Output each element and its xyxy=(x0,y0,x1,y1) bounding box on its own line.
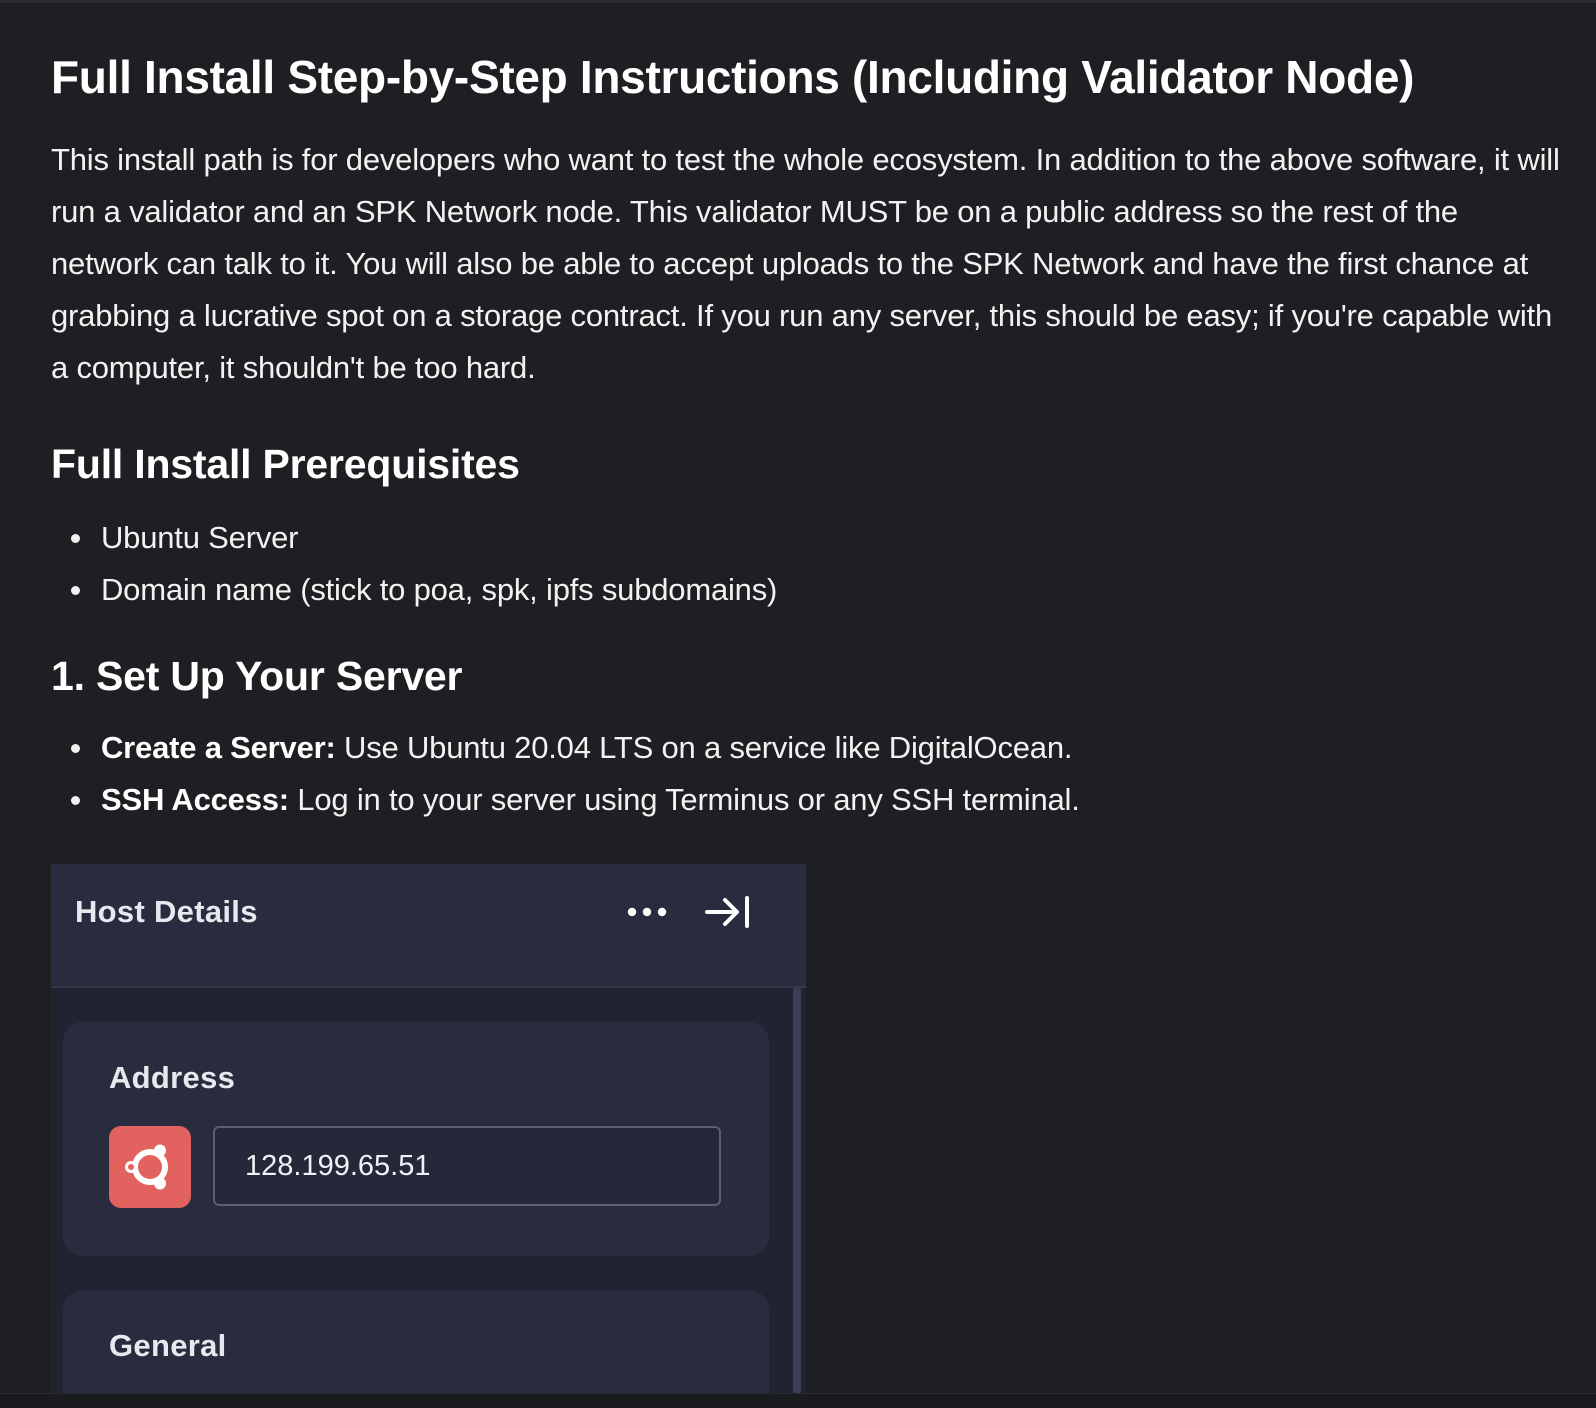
list-item: Create a Server: Use Ubuntu 20.04 LTS on… xyxy=(51,722,1080,774)
list-item: Ubuntu Server xyxy=(51,512,777,564)
panel-title: Host Details xyxy=(75,894,258,929)
ubuntu-logo-icon[interactable] xyxy=(109,1126,191,1208)
list-item-text: Ubuntu Server xyxy=(101,520,299,555)
window-top-border xyxy=(0,0,1596,3)
prerequisites-heading: Full Install Prerequisites xyxy=(51,441,520,487)
list-item: SSH Access: Log in to your server using … xyxy=(51,774,1080,826)
intro-paragraph: This install path is for developers who … xyxy=(51,142,1560,385)
arrow-right-to-bar-icon[interactable] xyxy=(703,894,753,930)
setup-server-heading: 1. Set Up Your Server xyxy=(51,653,463,699)
list-item-text: Domain name (stick to poa, spk, ipfs sub… xyxy=(101,572,778,607)
bullet-icon xyxy=(71,534,80,543)
panel-scrollbar[interactable] xyxy=(793,988,801,1393)
bullet-icon xyxy=(71,586,80,595)
setup-steps-list: Create a Server: Use Ubuntu 20.04 LTS on… xyxy=(51,722,1080,826)
host-details-panel: Host Details Address 128.199.65.51 Gener… xyxy=(51,864,806,1393)
general-card: General xyxy=(63,1290,769,1393)
list-item-label: Create a Server: xyxy=(101,730,336,765)
panel-header: Host Details xyxy=(51,864,806,988)
bullet-icon xyxy=(71,796,80,805)
address-label: Address xyxy=(109,1060,236,1095)
page-title: Full Install Step-by-Step Instructions (… xyxy=(51,51,1415,103)
list-item-text: Log in to your server using Terminus or … xyxy=(288,782,1080,817)
general-label: General xyxy=(109,1328,227,1363)
address-card: Address xyxy=(63,1022,769,1256)
more-horizontal-icon[interactable] xyxy=(627,900,667,924)
window-bottom-bar xyxy=(0,1393,1596,1408)
address-input[interactable] xyxy=(213,1126,721,1206)
list-item: Domain name (stick to poa, spk, ipfs sub… xyxy=(51,564,777,616)
list-item-label: SSH Access: xyxy=(101,782,289,817)
bullet-icon xyxy=(71,744,80,753)
prerequisites-list: Ubuntu Server Domain name (stick to poa,… xyxy=(51,512,777,616)
list-item-text: Use Ubuntu 20.04 LTS on a service like D… xyxy=(335,730,1073,765)
